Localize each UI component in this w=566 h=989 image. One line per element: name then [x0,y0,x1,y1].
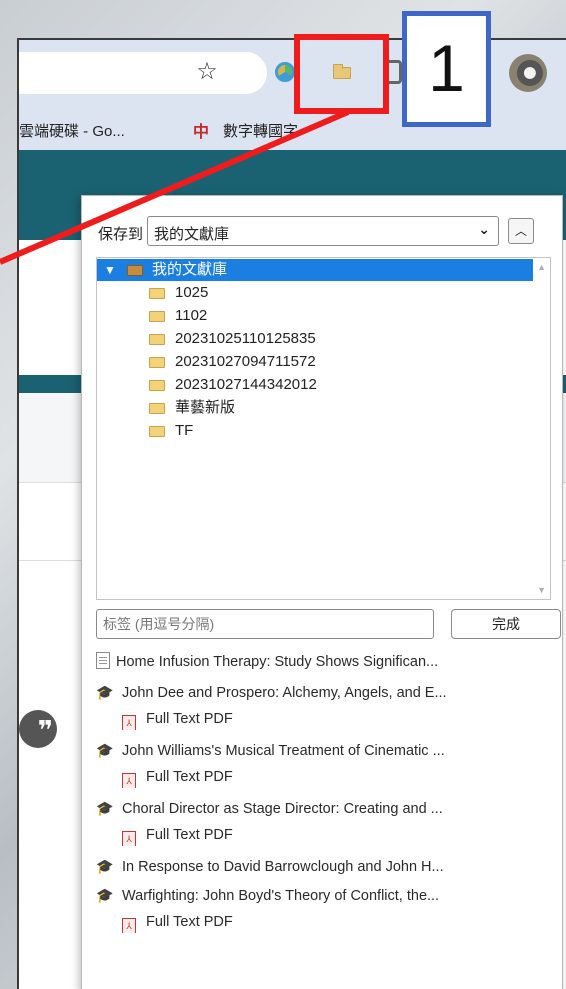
annotation-red-line [0,109,350,265]
annotation-pointer-line [0,109,350,265]
annotation-step-number: 1 [402,11,491,127]
annotation-red-box [294,34,389,114]
